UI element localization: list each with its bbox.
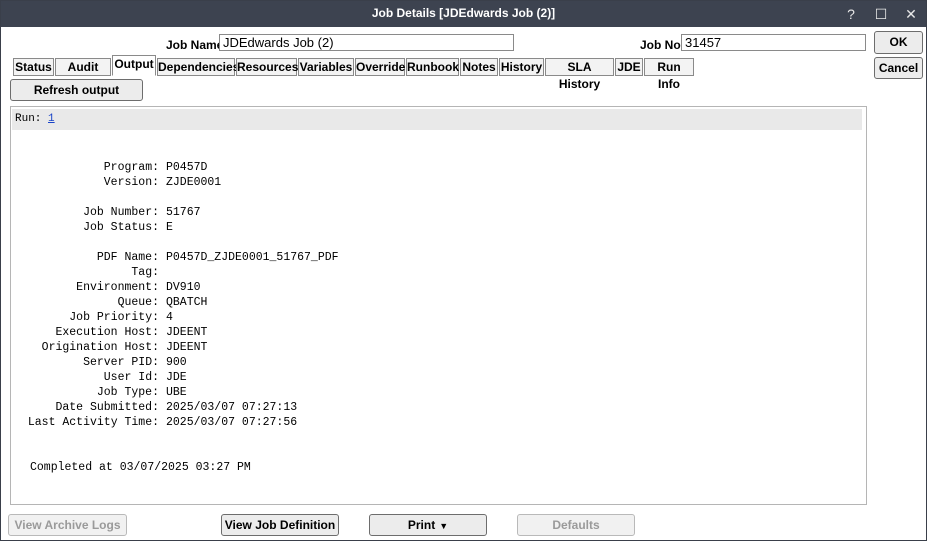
print-label: Print: [407, 518, 436, 532]
field-label: Program:: [103, 161, 159, 174]
title-bar: Job Details [JDEdwards Job (2)] ? ☐ ✕: [1, 1, 926, 27]
run-label: Run:: [15, 113, 42, 125]
field-label: Job Status:: [83, 221, 159, 234]
field-value: ZJDE0001: [166, 176, 222, 189]
field-value: 51767: [166, 206, 201, 219]
field-label: Origination Host:: [41, 341, 159, 354]
tab-notes[interactable]: Notes: [460, 58, 498, 76]
field-value: 4: [166, 311, 173, 324]
field-value: P0457D_ZJDE0001_51767_PDF: [166, 251, 339, 264]
defaults-button[interactable]: Defaults: [517, 514, 635, 536]
field-label: Date Submitted:: [55, 401, 159, 414]
field-label: Version:: [103, 176, 159, 189]
output-line: Execution Host: JDEENT: [11, 326, 866, 341]
completed-line: Completed at 03/07/2025 03:27 PM: [30, 461, 251, 474]
field-value: 900: [166, 356, 187, 369]
tab-output[interactable]: Output: [112, 55, 156, 76]
field-label: Execution Host:: [55, 326, 159, 339]
field-value: QBATCH: [166, 296, 208, 309]
output-line: Last Activity Time: 2025/03/07 07:27:56: [11, 416, 866, 431]
job-name-label: Job Name: [166, 38, 224, 52]
output-line: Date Submitted: 2025/03/07 07:27:13: [11, 401, 866, 416]
tab-jde[interactable]: JDE: [615, 58, 643, 76]
window-title: Job Details [JDEdwards Job (2)]: [371, 6, 556, 20]
output-line: Program: P0457D: [11, 161, 866, 176]
view-job-definition-button[interactable]: View Job Definition: [221, 514, 339, 536]
job-name-field[interactable]: JDEdwards Job (2): [219, 34, 514, 51]
output-line: Job Priority: 4: [11, 311, 866, 326]
help-icon[interactable]: ?: [840, 4, 862, 24]
field-value: 2025/03/07 07:27:13: [166, 401, 298, 414]
output-line: Origination Host: JDEENT: [11, 341, 866, 356]
run-bar: Run: 1: [12, 109, 862, 130]
job-no-field[interactable]: 31457: [681, 34, 866, 51]
field-value: UBE: [166, 386, 187, 399]
tab-dependencies[interactable]: Dependencies: [157, 58, 239, 76]
output-line: PDF Name: P0457D_ZJDE0001_51767_PDF: [11, 251, 866, 266]
field-value: JDEENT: [166, 341, 208, 354]
field-label: Job Priority:: [69, 311, 159, 324]
close-icon[interactable]: ✕: [900, 4, 922, 24]
tab-variables[interactable]: Variables: [298, 58, 354, 76]
view-archive-logs-button[interactable]: View Archive Logs: [8, 514, 127, 536]
field-label: Job Number:: [83, 206, 159, 219]
caret-down-icon: ▼: [439, 521, 449, 531]
tab-history[interactable]: History: [499, 58, 544, 76]
tab-audit-log[interactable]: Audit Log: [55, 58, 111, 91]
cancel-button[interactable]: Cancel: [874, 57, 923, 79]
job-details-window: Job Details [JDEdwards Job (2)] ? ☐ ✕ Jo…: [0, 0, 927, 541]
output-line: User Id: JDE: [11, 371, 866, 386]
field-value: P0457D: [166, 161, 208, 174]
field-label: PDF Name:: [96, 251, 159, 264]
field-label: Tag:: [131, 266, 159, 279]
field-label: Server PID:: [83, 356, 159, 369]
field-value: E: [166, 221, 173, 234]
field-label: Environment:: [76, 281, 159, 294]
output-panel: Run: 1 Program: P0457D Version: ZJDE0001…: [10, 106, 867, 505]
field-label: Last Activity Time:: [27, 416, 159, 429]
field-label: Queue:: [117, 296, 159, 309]
field-value: JDE: [166, 371, 187, 384]
output-line: Server PID: 900: [11, 356, 866, 371]
output-line: Tag:: [11, 266, 866, 281]
tab-resources[interactable]: Resources: [236, 58, 298, 76]
output-line: Environment: DV910: [11, 281, 866, 296]
print-button[interactable]: Print ▼: [369, 514, 487, 536]
ok-button[interactable]: OK: [874, 31, 923, 54]
refresh-output-button[interactable]: Refresh output: [10, 79, 143, 101]
output-line: Job Type: UBE: [11, 386, 866, 401]
field-value: DV910: [166, 281, 201, 294]
tab-status[interactable]: Status: [13, 58, 54, 76]
field-value: JDEENT: [166, 326, 208, 339]
tab-override[interactable]: Override: [355, 58, 405, 76]
maximize-icon[interactable]: ☐: [870, 4, 892, 24]
tab-sla-history[interactable]: SLA History: [545, 58, 614, 91]
run-link[interactable]: 1: [48, 113, 55, 125]
field-label: Job Type:: [96, 386, 159, 399]
output-line: Job Number: 51767: [11, 206, 866, 221]
tab-runbook[interactable]: Runbook: [406, 58, 459, 76]
tab-run-info[interactable]: Run Info: [644, 58, 694, 91]
output-line: Queue: QBATCH: [11, 296, 866, 311]
field-value: 2025/03/07 07:27:56: [166, 416, 298, 429]
output-line: Job Status: E: [11, 221, 866, 236]
job-no-label: Job No.: [640, 38, 684, 52]
output-line: Version: ZJDE0001: [11, 176, 866, 191]
field-label: User Id:: [103, 371, 159, 384]
